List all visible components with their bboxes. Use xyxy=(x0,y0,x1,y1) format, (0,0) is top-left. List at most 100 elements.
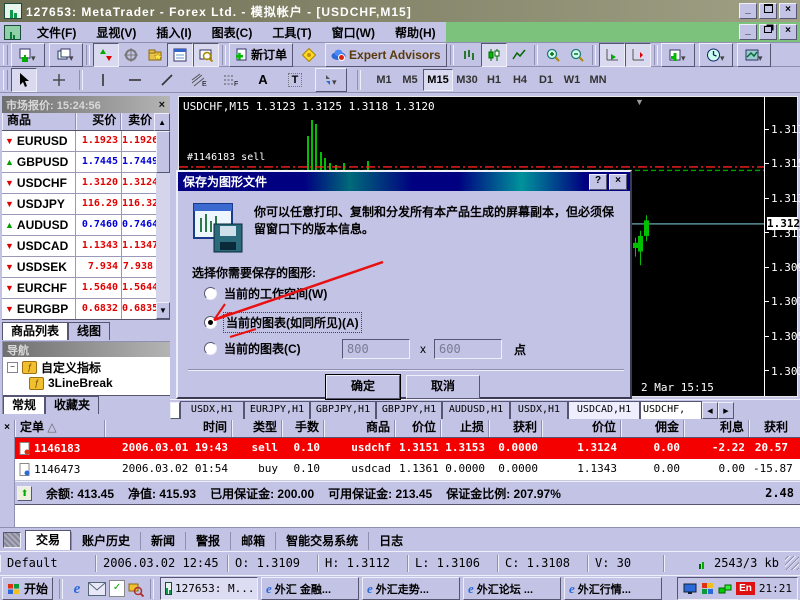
toolbar2-grip[interactable] xyxy=(3,70,8,90)
tab-alerts[interactable]: 警报 xyxy=(185,532,230,550)
trendline-tool-button[interactable] xyxy=(155,69,179,91)
candlestick-button[interactable] xyxy=(481,43,507,67)
dialog-close-button[interactable]: × xyxy=(609,174,627,190)
data-window-button[interactable] xyxy=(167,43,193,67)
tray-language-indicator[interactable]: En xyxy=(736,582,755,595)
radio-as-seen-label[interactable]: 当前的图表(如同所见)(A) xyxy=(224,313,361,332)
text-label-tool-button[interactable]: T xyxy=(283,69,307,91)
new-chart-button[interactable]: ▾ xyxy=(11,43,45,67)
quicklaunch-ie-icon[interactable]: e xyxy=(69,581,85,597)
task-ie-2[interactable]: e 外汇走势... xyxy=(362,577,460,600)
history-center-button[interactable] xyxy=(143,44,167,66)
line-chart-button[interactable] xyxy=(507,44,531,66)
radio-workspace-circle[interactable] xyxy=(204,287,217,300)
market-watch-row[interactable]: ▼EURUSD1.19231.1926 xyxy=(2,131,156,152)
menu-charts[interactable]: 图表(C) xyxy=(202,24,263,41)
periods-button[interactable]: ▾ xyxy=(699,43,733,67)
profiles-button[interactable]: ▾ xyxy=(49,43,83,67)
col-sl[interactable]: 止损 xyxy=(441,420,489,437)
tab-tick-chart[interactable]: 线图 xyxy=(68,322,110,340)
chart-tab[interactable]: GBPJPY,H1 xyxy=(310,401,376,419)
market-watch-row[interactable]: ▼EURGBP0.68320.6835 xyxy=(2,299,156,319)
radio-custom-circle[interactable] xyxy=(204,342,217,355)
width-field[interactable]: 800 xyxy=(342,339,410,359)
indicators-button[interactable]: ▾ xyxy=(661,43,695,67)
close-button[interactable]: × xyxy=(779,3,797,19)
market-watch-row[interactable]: ▼USDJPY116.29116.32 xyxy=(2,194,156,215)
maximize-button[interactable] xyxy=(759,3,777,19)
quicklaunch-mail-icon[interactable] xyxy=(88,582,106,596)
market-watch-close-button[interactable]: × xyxy=(154,99,170,111)
strategy-tester-button[interactable] xyxy=(193,43,219,67)
dialog-help-button[interactable]: ? xyxy=(589,174,607,190)
child-minimize-button[interactable]: _ xyxy=(739,24,757,40)
minimize-button[interactable]: _ xyxy=(739,3,757,19)
market-watch-row[interactable]: ▲AUDUSD0.74600.7464 xyxy=(2,215,156,236)
radio-chart-custom[interactable]: 当前的图表(C) xyxy=(204,340,301,357)
tree-item-custom-indicators[interactable]: − ƒ 自定义指标 xyxy=(3,359,171,375)
radio-as-seen-circle[interactable] xyxy=(204,316,217,329)
child-close-button[interactable]: × xyxy=(779,24,797,40)
tab-experts[interactable]: 智能交易系统 xyxy=(275,532,368,550)
market-watch-row[interactable]: ▼EURCHF1.56401.5644 xyxy=(2,278,156,299)
col-symbol[interactable]: 商品 xyxy=(2,113,76,130)
chart-tabs-scroll-left[interactable]: ◀ xyxy=(702,402,718,419)
tab-symbols[interactable]: 商品列表 xyxy=(2,322,68,340)
expert-advisors-button[interactable]: Expert Advisors xyxy=(325,43,447,67)
task-ie-4[interactable]: e 外汇行情... xyxy=(564,577,662,600)
chart-shift-button[interactable] xyxy=(625,43,651,67)
bar-chart-button[interactable] xyxy=(457,44,481,66)
chart-tab-active[interactable]: USDCHF, xyxy=(640,401,702,419)
col-type[interactable]: 类型 xyxy=(232,420,282,437)
navigator-titlebar[interactable]: 导航 xyxy=(3,342,171,357)
channel-tool-button[interactable]: E xyxy=(187,69,211,91)
arrows-tool-button[interactable]: ▾ xyxy=(315,68,347,92)
col-profit[interactable]: 获利 xyxy=(749,420,792,437)
radio-workspace[interactable]: 当前的工作空间(W) xyxy=(204,285,327,302)
radio-chart-as-seen[interactable]: 当前的图表(如同所见)(A) xyxy=(204,313,361,332)
timeframe-m15-button[interactable]: M15 xyxy=(423,69,453,91)
zoom-in-button[interactable] xyxy=(541,44,565,66)
tab-journal[interactable]: 日志 xyxy=(368,532,413,550)
timeframe-mn-button[interactable]: MN xyxy=(585,70,611,90)
tab-common[interactable]: 常规 xyxy=(3,396,45,414)
timeframe-h4-button[interactable]: H4 xyxy=(507,70,533,90)
toolbar-grip[interactable] xyxy=(3,45,8,65)
navigator-button[interactable] xyxy=(119,44,143,66)
new-order-button[interactable]: 新订单 xyxy=(229,43,293,67)
market-watch-row[interactable]: ▲GBPUSD1.74451.7449 xyxy=(2,152,156,173)
col-commission[interactable]: 佣金 xyxy=(621,420,684,437)
col-lots[interactable]: 手数 xyxy=(282,420,324,437)
task-ie-1[interactable]: e 外汇 金融... xyxy=(261,577,359,600)
col-ask[interactable]: 卖价 xyxy=(121,113,154,130)
task-metatrader[interactable]: 127653: M... xyxy=(160,577,258,600)
menu-help[interactable]: 帮助(H) xyxy=(385,24,446,41)
hline-tool-button[interactable] xyxy=(123,69,147,91)
tab-news[interactable]: 新闻 xyxy=(140,532,185,550)
radio-custom-label[interactable]: 当前的图表(C) xyxy=(224,340,301,357)
menu-file[interactable]: 文件(F) xyxy=(27,24,86,41)
chart-tabs-scroll-right[interactable]: ▶ xyxy=(718,402,734,419)
summary-expand-icon[interactable]: ⬆ xyxy=(17,486,32,501)
col-bid[interactable]: 买价 xyxy=(76,113,122,130)
zoom-out-button[interactable] xyxy=(565,44,589,66)
collapse-icon[interactable]: − xyxy=(7,362,18,373)
market-watch-row[interactable]: ▼USDCHF1.31201.3124 xyxy=(2,173,156,194)
task-ie-3[interactable]: e 外汇论坛 ... xyxy=(463,577,561,600)
market-watch-button[interactable] xyxy=(93,43,119,67)
market-watch-scroll-down[interactable]: ▼ xyxy=(156,302,170,319)
tab-account-history[interactable]: 账户历史 xyxy=(71,532,140,550)
child-restore-button[interactable] xyxy=(759,24,777,40)
cursor-tool-button[interactable] xyxy=(11,68,37,92)
chart-tab[interactable]: USDX,H1 xyxy=(510,401,568,419)
dialog-titlebar[interactable]: 保存为图形文件 ? × xyxy=(178,172,630,191)
chart-tab[interactable]: GBPJPY,H1 xyxy=(376,401,442,419)
height-field[interactable]: 600 xyxy=(434,339,502,359)
market-watch-row[interactable]: ▼USDCAD1.13431.1347 xyxy=(2,236,156,257)
col-time[interactable]: 时间 xyxy=(105,420,232,437)
quicklaunch-notes-icon[interactable]: ✓ xyxy=(109,580,125,597)
chart-tab[interactable]: USDCAD,H1 xyxy=(568,401,640,419)
chart-tab[interactable]: AUDUSD,H1 xyxy=(442,401,510,419)
chart-tab[interactable]: USDX,H1 xyxy=(180,401,244,419)
timeframe-w1-button[interactable]: W1 xyxy=(559,70,585,90)
